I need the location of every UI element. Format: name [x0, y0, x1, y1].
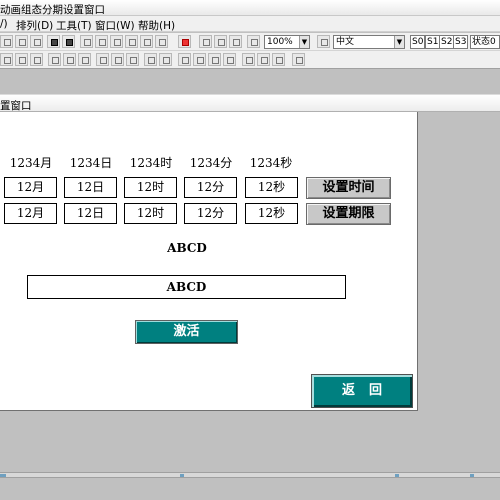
state-select[interactable]: 状态0	[470, 35, 500, 49]
align-center-icon[interactable]	[111, 53, 124, 66]
time-day-field[interactable]: 12日	[64, 177, 117, 198]
shape-icon-2[interactable]	[95, 35, 108, 48]
help-icon[interactable]	[247, 35, 260, 48]
layout-icon-1[interactable]	[0, 53, 13, 66]
time-hour-field[interactable]: 12时	[124, 177, 177, 198]
state-button-s3[interactable]: S3	[453, 35, 469, 49]
chevron-down-icon[interactable]: ▼	[394, 36, 404, 48]
set-time-button[interactable]: 设置时间	[306, 177, 391, 199]
workspace-background	[420, 112, 500, 472]
menu-item-help[interactable]: 帮助(H)	[138, 18, 175, 33]
group-icon-3[interactable]	[208, 53, 221, 66]
text-icon[interactable]	[125, 35, 138, 48]
zoom-value: 100%	[267, 37, 293, 47]
code-field[interactable]: ABCD	[27, 275, 346, 299]
column-label-month: 1234月	[9, 156, 53, 170]
spacing-icon-2[interactable]	[159, 53, 172, 66]
column-label-day: 1234日	[69, 156, 113, 170]
align-right-icon[interactable]	[126, 53, 139, 66]
layout-icon-4[interactable]	[48, 53, 61, 66]
grid-icon[interactable]	[229, 35, 242, 48]
dialog-title: 置窗口	[0, 100, 32, 112]
paste-icon[interactable]	[272, 53, 285, 66]
spacing-icon-1[interactable]	[144, 53, 157, 66]
time-minute-field[interactable]: 12分	[184, 177, 237, 198]
time-second-field[interactable]: 12秒	[245, 177, 298, 198]
layout-icon-3[interactable]	[30, 53, 43, 66]
align-icon[interactable]	[0, 35, 13, 48]
edit-icon[interactable]	[257, 53, 270, 66]
language-value: 中文	[336, 37, 355, 47]
menu-item-partial[interactable]: /)	[0, 18, 8, 30]
bottom-seg-1	[0, 474, 6, 477]
dialog-body: 1234月 1234日 1234时 1234分 1234秒 12月 12日 12…	[0, 112, 418, 411]
activate-button[interactable]: 激活	[135, 320, 238, 344]
menu-bar: /) 排列(D) 工具(T) 窗口(W) 帮助(H)	[0, 16, 500, 32]
limit-second-field[interactable]: 12秒	[245, 203, 298, 224]
app-titlebar: 动画组态分期设置窗口	[0, 0, 500, 16]
column-label-minute: 1234分	[189, 156, 233, 170]
group-icon-1[interactable]	[178, 53, 191, 66]
layout-icon-2[interactable]	[15, 53, 28, 66]
chevron-down-icon[interactable]: ▼	[299, 36, 309, 48]
bottom-scrollbar[interactable]	[0, 472, 500, 478]
workspace-strip	[0, 70, 500, 88]
dialog-titlebar: 置窗口	[0, 94, 500, 112]
cut-icon[interactable]	[15, 35, 28, 48]
layout-icon-6[interactable]	[78, 53, 91, 66]
group-icon-4[interactable]	[223, 53, 236, 66]
tools-icon[interactable]	[47, 35, 60, 48]
align-left-icon[interactable]	[96, 53, 109, 66]
lock-icon[interactable]	[242, 53, 255, 66]
toolbar-main: 100% ▼ 中文 ▼ S0 S1 S2 S3 状态0	[0, 33, 500, 51]
calendar-icon[interactable]	[178, 35, 191, 48]
table-icon[interactable]	[155, 35, 168, 48]
copy-icon[interactable]	[30, 35, 43, 48]
column-label-second: 1234秒	[249, 156, 293, 170]
layout-icon-5[interactable]	[63, 53, 76, 66]
language-select[interactable]: 中文 ▼	[333, 35, 405, 49]
limit-month-field[interactable]: 12月	[4, 203, 57, 224]
toolbar-layout	[0, 51, 500, 69]
save-icon[interactable]	[199, 35, 212, 48]
font-icon[interactable]	[317, 35, 330, 48]
grid-snap-icon[interactable]	[292, 53, 305, 66]
zoom-select[interactable]: 100% ▼	[264, 35, 310, 49]
shape-icon-1[interactable]	[80, 35, 93, 48]
group-icon-2[interactable]	[193, 53, 206, 66]
set-limit-button[interactable]: 设置期限	[306, 203, 391, 225]
bottom-seg-4	[470, 474, 474, 477]
list-icon[interactable]	[140, 35, 153, 48]
menu-item-window[interactable]: 窗口(W)	[95, 18, 135, 33]
return-button[interactable]: 返回	[311, 374, 413, 408]
menu-item-tools[interactable]: 工具(T)	[56, 18, 92, 33]
bottom-seg-2	[180, 474, 184, 477]
column-label-hour: 1234时	[129, 156, 173, 170]
shape-icon-3[interactable]	[110, 35, 123, 48]
code-label: ABCD	[167, 241, 207, 255]
limit-day-field[interactable]: 12日	[64, 203, 117, 224]
menu-item-arrange[interactable]: 排列(D)	[16, 18, 53, 33]
select-icon[interactable]	[62, 35, 75, 48]
state-button-s0[interactable]: S0	[410, 35, 426, 49]
limit-minute-field[interactable]: 12分	[184, 203, 237, 224]
check-icon[interactable]	[214, 35, 227, 48]
app-title: 动画组态分期设置窗口	[0, 4, 105, 16]
limit-hour-field[interactable]: 12时	[124, 203, 177, 224]
time-month-field[interactable]: 12月	[4, 177, 57, 198]
bottom-seg-3	[395, 474, 399, 477]
